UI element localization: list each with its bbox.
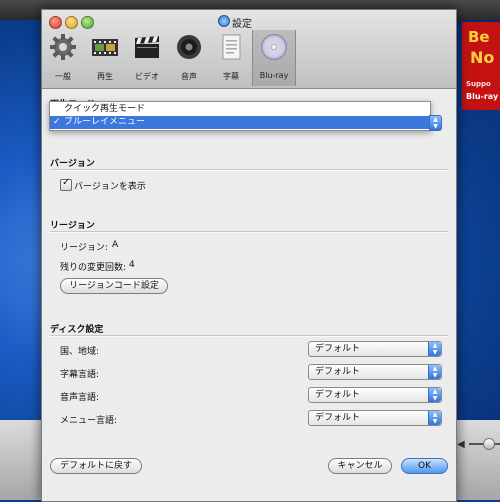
show-version-label: バージョンを表示 — [74, 182, 146, 192]
updown-arrows-icon: ▲ ▼ — [428, 388, 441, 402]
subtitle-language-label: 字幕言語: — [60, 370, 100, 380]
tab-general[interactable]: 一般 — [42, 30, 84, 86]
menu-language-value: デフォルト — [315, 413, 361, 423]
checkmark-icon: ✓ — [53, 117, 61, 127]
audio-language-label: 音声言語: — [60, 393, 100, 403]
playback-mode-popup-menu: クイック再生モード ✓ ブルーレイメニュー — [49, 101, 431, 131]
film-strip-icon — [92, 39, 118, 56]
country-region-value: デフォルト — [315, 344, 361, 354]
audio-language-value: デフォルト — [315, 390, 361, 400]
updown-arrows-icon: ▲ ▼ — [428, 411, 441, 425]
tab-video[interactable]: ビデオ — [126, 30, 168, 86]
tab-audio[interactable]: 音声 — [168, 30, 210, 86]
disc-settings-divider — [50, 335, 448, 337]
gear-icon — [50, 34, 76, 60]
window-title: 設定 — [232, 19, 252, 30]
region-code-settings-button[interactable]: リージョンコード設定 — [60, 278, 168, 294]
close-window-button[interactable] — [49, 16, 62, 29]
version-heading: バージョン — [50, 159, 95, 169]
volume-knob[interactable] — [483, 438, 495, 450]
menu-item-label: クイック再生モード — [64, 104, 146, 114]
volume-slider[interactable]: ◀ — [455, 437, 500, 451]
version-divider — [50, 169, 448, 171]
ad-text-line-4: Blu-ray — [466, 92, 499, 101]
cancel-button[interactable]: キャンセル — [328, 458, 392, 474]
country-region-label: 国、地域: — [60, 347, 100, 357]
tab-subtitles[interactable]: 字幕 — [210, 30, 252, 86]
ok-button[interactable]: OK — [401, 458, 448, 474]
background-ad-banner[interactable]: Be No Suppo Blu-ray — [462, 22, 500, 110]
clapperboard-icon — [135, 36, 159, 58]
minimize-window-button[interactable] — [65, 16, 78, 29]
ad-text-line-1: Be — [468, 28, 490, 46]
country-region-select[interactable]: デフォルト ▲ ▼ — [308, 341, 442, 357]
ad-text-line-2: No — [470, 48, 495, 67]
tab-bluray-label: Blu-ray — [259, 71, 289, 80]
updown-arrows-icon: ▲ ▼ — [428, 365, 441, 379]
remaining-changes-label: 残りの変更回数: — [60, 263, 127, 273]
bluray-disc-icon — [261, 34, 287, 60]
region-divider — [50, 231, 448, 233]
updown-arrows-icon: ▲ ▼ — [428, 342, 441, 356]
disc-settings-heading: ディスク設定 — [50, 325, 104, 335]
menu-language-select[interactable]: デフォルト ▲ ▼ — [308, 410, 442, 426]
menu-language-label: メニュー言語: — [60, 416, 118, 426]
remaining-changes-value: 4 — [129, 260, 135, 270]
ad-text-line-3: Suppo — [466, 80, 491, 88]
menu-item-bluray-menu[interactable]: ✓ ブルーレイメニュー — [50, 116, 430, 129]
subtitle-language-select[interactable]: デフォルト ▲ ▼ — [308, 364, 442, 380]
tab-general-label: 一般 — [55, 72, 71, 81]
tab-playback[interactable]: 再生 — [84, 30, 126, 86]
app-icon — [218, 15, 230, 27]
speaker-small-icon: ◀ — [457, 439, 465, 450]
restore-defaults-button[interactable]: デフォルトに戻す — [50, 458, 142, 474]
settings-window: 設定 一般 再生 ビデオ 音声 字幕 Blu-ray バージョン ✓ バージョン… — [41, 9, 457, 502]
document-icon — [222, 34, 241, 60]
tab-subtitles-label: 字幕 — [223, 72, 239, 81]
tab-playback-label: 再生 — [97, 72, 113, 81]
speaker-icon — [177, 35, 201, 59]
tab-bluray[interactable]: Blu-ray — [252, 30, 296, 86]
playback-mode-select-arrows[interactable]: ▲ ▼ — [429, 115, 442, 131]
menu-item-label: ブルーレイメニュー — [64, 117, 146, 127]
checkmark-icon: ✓ — [62, 177, 71, 188]
zoom-window-button[interactable] — [81, 16, 94, 29]
tab-video-label: ビデオ — [135, 72, 159, 81]
region-label: リージョン: — [60, 243, 108, 253]
show-version-checkbox[interactable]: ✓ — [60, 177, 72, 191]
tab-audio-label: 音声 — [181, 72, 197, 81]
region-value: A — [112, 240, 119, 250]
audio-language-select[interactable]: デフォルト ▲ ▼ — [308, 387, 442, 403]
menu-item-quick-playback[interactable]: クイック再生モード — [50, 103, 430, 116]
region-heading: リージョン — [50, 221, 95, 231]
subtitle-language-value: デフォルト — [315, 367, 361, 377]
window-titlebar: 設定 一般 再生 ビデオ 音声 字幕 Blu-ray — [42, 10, 456, 89]
